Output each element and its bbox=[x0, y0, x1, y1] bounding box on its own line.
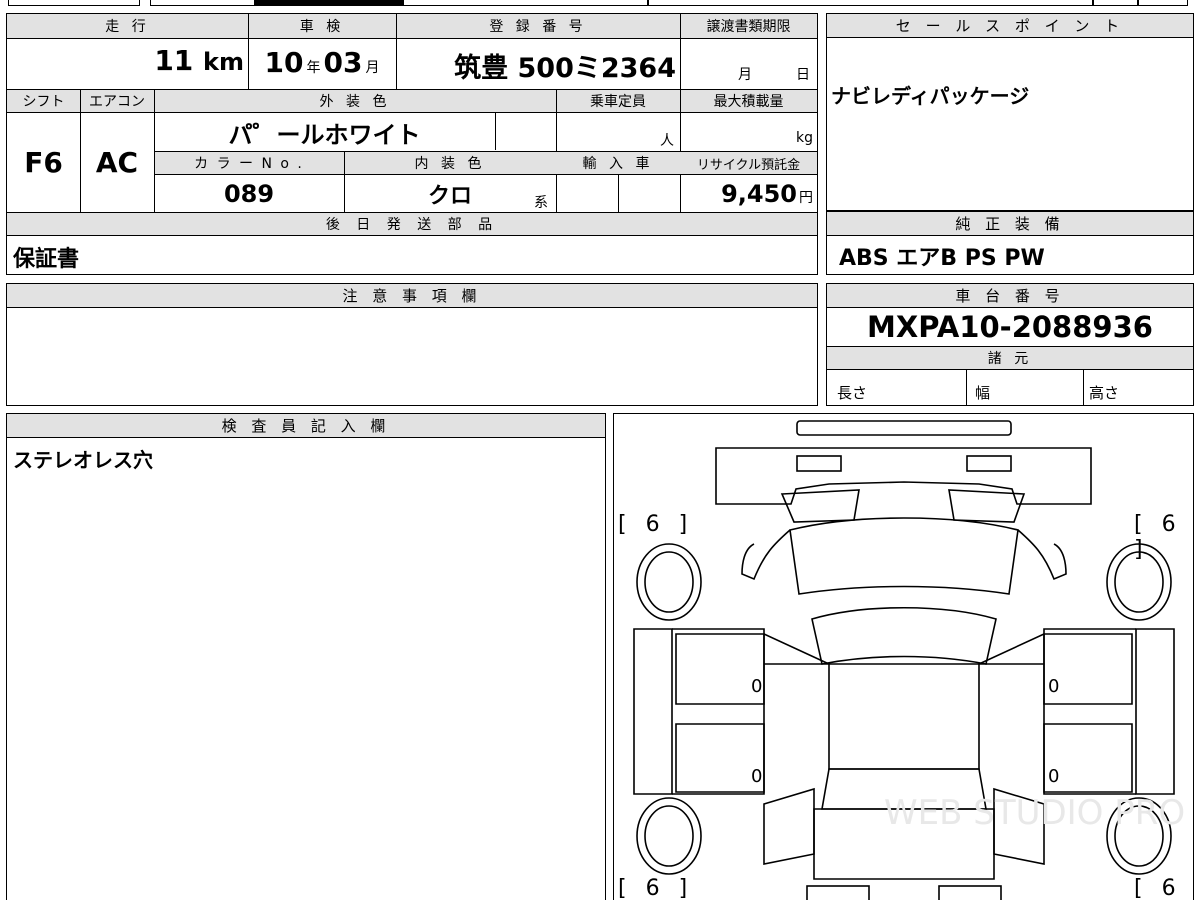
transfer-deadline-header: 譲渡書類期限 bbox=[706, 19, 791, 35]
max-load-header: 最大積載量 bbox=[713, 94, 784, 110]
inspector-box: 検 査 員 記 入 欄 ステレオレス穴 bbox=[6, 413, 606, 900]
sales-point-header: セ ー ル ス ポ イ ン ト bbox=[827, 14, 1193, 38]
later-parts-header: 後 日 発 送 部 品 bbox=[325, 217, 499, 233]
exterior-color-header: 外 装 色 bbox=[319, 94, 391, 110]
registration-value: 筑豊 500ミ2364 bbox=[454, 53, 676, 84]
capacity-unit: 人 bbox=[660, 133, 674, 149]
tire-rr-label: [ 6 ] bbox=[1134, 876, 1182, 900]
door-rr-mark: 0 bbox=[1048, 766, 1060, 787]
recycle-value: 9,450 円 bbox=[721, 180, 813, 208]
spec-length: 長さ bbox=[837, 384, 868, 402]
color-no-value: 089 bbox=[223, 180, 275, 208]
max-load-unit: kg bbox=[796, 130, 813, 146]
spec-height: 高さ bbox=[1089, 384, 1120, 402]
door-fl-mark: 0 bbox=[751, 676, 763, 697]
later-parts-value: 保証書 bbox=[13, 247, 80, 272]
inspector-value: ステレオレス穴 bbox=[13, 448, 153, 472]
diagram-watermark: WEB STUDIO PRO bbox=[884, 793, 1185, 833]
capacity-header: 乗車定員 bbox=[590, 94, 646, 110]
standard-equipment-box: 純 正 装 備 ABS エアB PS PW bbox=[826, 211, 1194, 275]
tire-fl-label: [ 6 ] bbox=[618, 512, 694, 537]
tire-rl-label: [ 6 ] bbox=[618, 876, 694, 900]
registration-header: 登 録 番 号 bbox=[489, 19, 587, 35]
sales-point-box: セ ー ル ス ポ イ ン ト ナビレディパッケージ bbox=[826, 13, 1194, 211]
shift-value: F6 bbox=[24, 145, 63, 179]
notes-box: 注 意 事 項 欄 bbox=[6, 283, 818, 406]
interior-color-header: 内 装 色 bbox=[414, 156, 486, 172]
transfer-deadline-value: 月 日 bbox=[738, 67, 810, 83]
standard-equipment-header: 純 正 装 備 bbox=[827, 212, 1193, 236]
chassis-box: 車 台 番 号 MXPA10-2088936 諸 元 長さ 幅 高さ bbox=[826, 283, 1194, 406]
top-strip bbox=[8, 0, 1188, 8]
shift-header: シフト bbox=[22, 94, 65, 110]
interior-color-value: クロ bbox=[427, 184, 472, 209]
damage-diagram-box: WEB STUDIO PRO [ 6 ] [ 6 ] [ 6 ] [ 6 ] 0… bbox=[613, 413, 1194, 900]
sales-point-value: ナビレディパッケージ bbox=[831, 84, 1030, 108]
shaken-header: 車 検 bbox=[299, 19, 345, 35]
color-no-header: カ ラ ー N o . bbox=[194, 156, 304, 172]
chassis-header: 車 台 番 号 bbox=[827, 284, 1193, 308]
spec-width: 幅 bbox=[975, 384, 991, 402]
recycle-header: リサイクル預託金 bbox=[696, 157, 801, 173]
exterior-color-value: パ゜ールホワイト bbox=[228, 120, 421, 149]
shaken-value: 10 年 03 月 bbox=[264, 46, 380, 79]
aircon-value: AC bbox=[95, 145, 139, 179]
import-header: 輸 入 車 bbox=[582, 156, 654, 172]
vehicle-info-table: 走 行 車 検 登 録 番 号 譲渡書類期限 11 km 10 年 03 月 筑豊 5… bbox=[6, 13, 818, 275]
standard-equipment-value: ABS エアB PS PW bbox=[839, 246, 1045, 271]
inspector-header: 検 査 員 記 入 欄 bbox=[7, 414, 605, 438]
tire-fr-label: [ 6 ] bbox=[1134, 512, 1182, 562]
notes-header: 注 意 事 項 欄 bbox=[7, 284, 817, 308]
specs-header: 諸 元 bbox=[987, 351, 1033, 367]
door-rl-mark: 0 bbox=[751, 766, 763, 787]
aircon-header: エアコン bbox=[89, 94, 145, 110]
mileage-value: 11 km bbox=[154, 44, 244, 77]
interior-color-suffix: 系 bbox=[534, 195, 548, 211]
chassis-value: MXPA10-2088936 bbox=[867, 310, 1153, 344]
car-diagram: WEB STUDIO PRO bbox=[633, 420, 1185, 900]
mileage-header: 走 行 bbox=[105, 19, 150, 35]
door-fr-mark: 0 bbox=[1048, 676, 1060, 697]
